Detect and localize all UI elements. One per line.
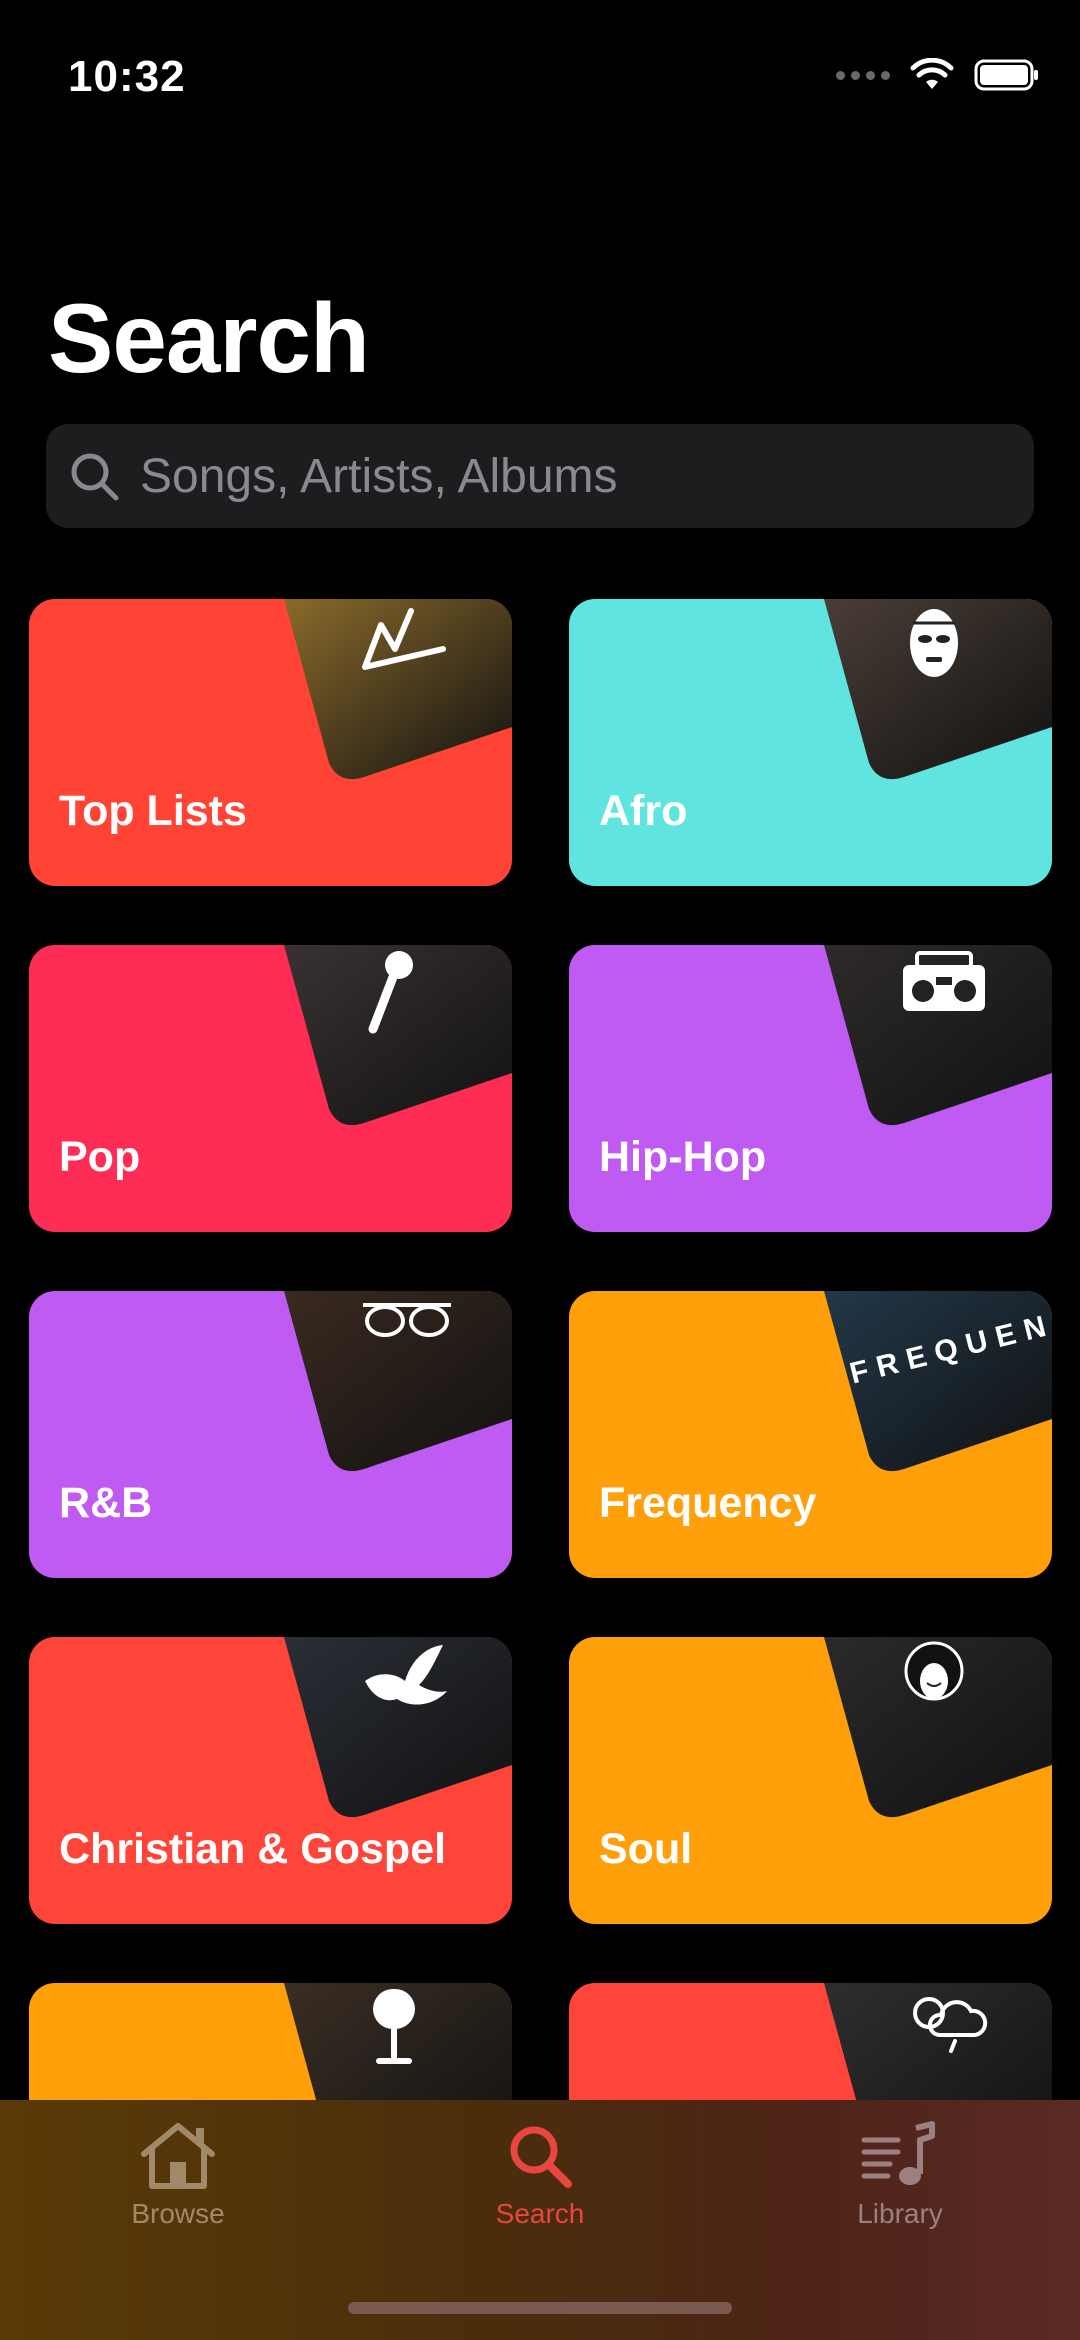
genre-card[interactable]: Hip-Hop: [569, 945, 1052, 1232]
battery-icon: [974, 59, 1038, 91]
genre-artwork: [824, 599, 1052, 780]
tab-search-label: Search: [495, 2198, 585, 2229]
house-icon: [141, 2123, 215, 2189]
genre-card-label: Pop: [59, 1133, 141, 1181]
genre-card[interactable]: FREQUENC Frequency: [569, 1291, 1052, 1578]
search-icon: [510, 2126, 572, 2188]
genre-card[interactable]: R&B: [29, 1291, 512, 1578]
dove-icon: [359, 1641, 449, 1716]
genre-card-label: Frequency: [599, 1479, 817, 1527]
sunglasses-icon: [359, 1295, 455, 1350]
tab-browse[interactable]: Browse: [78, 2120, 278, 2230]
genre-card-label: Top Lists: [59, 787, 247, 835]
genre-card-label: Afro: [599, 787, 688, 835]
genre-grid: Top Lists Afro Pop Hip-Hop R&B FREQUENC Freque…: [29, 599, 1052, 2270]
wifi-icon: [910, 58, 954, 89]
status-indicators: [836, 58, 1040, 92]
genre-card[interactable]: Christian & Gospel: [29, 1637, 512, 1924]
singer-face-icon: [899, 1641, 969, 1726]
retro-microphone-icon: [359, 1987, 429, 2072]
search-input[interactable]: [140, 448, 1034, 504]
weather-icon: [899, 1987, 989, 2062]
cellular-signal-icon: [836, 70, 890, 80]
genre-artwork: [824, 1637, 1052, 1818]
genre-card[interactable]: Afro: [569, 599, 1052, 886]
genre-card[interactable]: Pop: [29, 945, 512, 1232]
tab-library-label: Library: [857, 2198, 943, 2229]
status-bar: 10:32: [0, 0, 1080, 140]
genre-card[interactable]: Soul: [569, 1637, 1052, 1924]
tab-library[interactable]: Library: [800, 2120, 1000, 2230]
microphone-icon: [359, 949, 419, 1044]
genre-card-label: Soul: [599, 1825, 693, 1873]
page-title: Search: [48, 283, 370, 393]
tab-search[interactable]: Search: [440, 2120, 640, 2230]
status-time: 10:32: [68, 52, 186, 101]
boombox-icon: [899, 949, 989, 1020]
genre-artwork: [284, 945, 512, 1126]
search-screen: 10:32 Search Songs, Artists, Albums Top …: [0, 0, 1080, 2340]
genre-card-label: R&B: [59, 1479, 153, 1527]
genre-card-label: Hip-Hop: [599, 1133, 767, 1181]
search-field[interactable]: [46, 424, 1034, 528]
tab-bar: Browse Search Library: [0, 2100, 1080, 2340]
home-indicator: [348, 2302, 732, 2314]
chart-line-icon: [359, 603, 449, 678]
genre-card[interactable]: Top Lists: [29, 599, 512, 886]
music-library-icon: [861, 2121, 935, 2185]
mask-icon: [899, 603, 969, 688]
tab-browse-label: Browse: [131, 2198, 225, 2229]
search-icon: [66, 448, 122, 504]
genre-card-label: Christian & Gospel: [59, 1825, 447, 1873]
